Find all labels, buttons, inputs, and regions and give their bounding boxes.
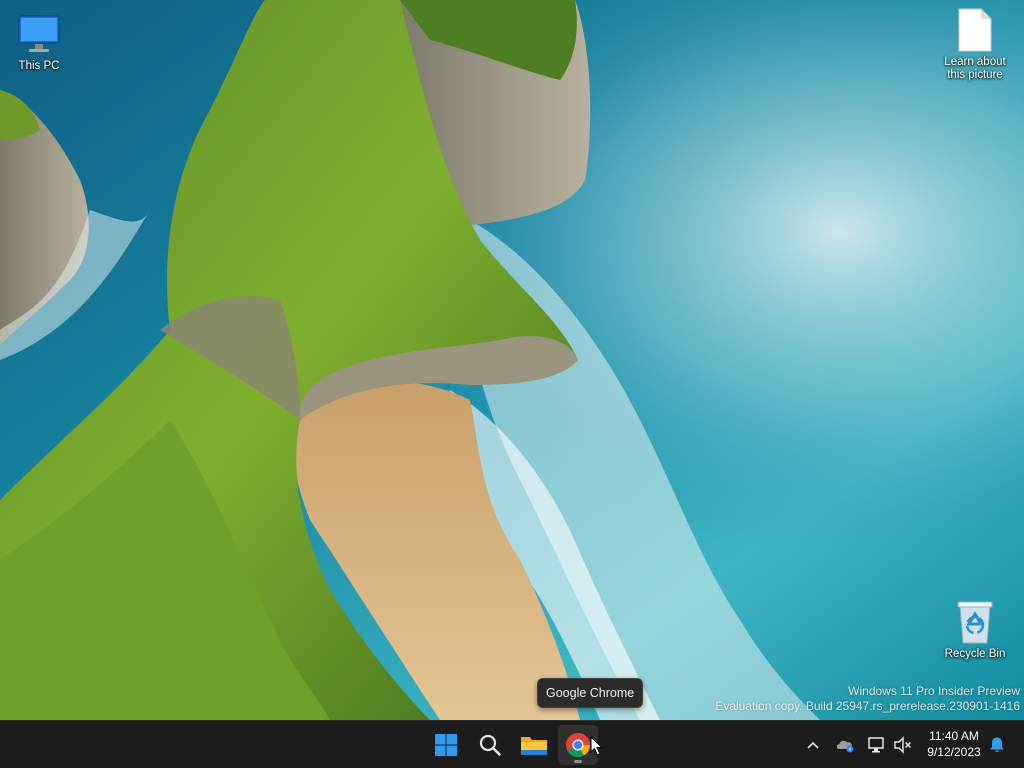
notifications-button[interactable]: [986, 733, 1008, 757]
watermark-line2: Evaluation copy. Build 25947.rs_prerelea…: [715, 699, 1020, 713]
desktop-icon-label: This PC: [18, 60, 60, 72]
folder-icon: [521, 737, 547, 755]
clock-time: 11:40 AM: [929, 729, 979, 743]
taskbar-tooltip: Google Chrome: [537, 678, 644, 708]
document-icon: [951, 6, 999, 54]
start-button[interactable]: [426, 725, 466, 765]
chevron-up-icon: [807, 741, 819, 749]
onedrive-tray-button[interactable]: [834, 733, 856, 757]
watermark-line1: Windows 11 Pro Insider Preview: [848, 684, 1020, 698]
search-icon: [479, 734, 501, 756]
onedrive-icon: [836, 740, 854, 753]
desktop-icon-label: Learn about this picture: [944, 56, 1006, 81]
desktop-icon-this-pc[interactable]: This PC: [2, 10, 76, 73]
taskbar: 11:40 AM 9/12/2023: [0, 720, 1024, 768]
network-icon: [868, 737, 884, 753]
running-indicator: [574, 760, 582, 763]
recycle-bin-icon: [951, 598, 999, 646]
monitor-icon: [15, 10, 63, 58]
volume-muted-icon: [894, 736, 911, 754]
network-tray-button[interactable]: [866, 733, 888, 757]
desktop-icon-recycle-bin[interactable]: Recycle Bin: [938, 598, 1012, 661]
desktop[interactable]: This PC Learn about this picture Recycle…: [0, 0, 1024, 720]
chrome-icon: [566, 733, 590, 758]
desktop-icon-learn-about-picture[interactable]: Learn about this picture: [938, 6, 1012, 82]
show-hidden-icons-button[interactable]: [803, 733, 823, 757]
search-button[interactable]: [470, 725, 510, 765]
mouse-cursor: [590, 736, 604, 756]
notification-bell-icon: [990, 737, 1004, 752]
wallpaper: [0, 0, 1024, 720]
clock-date: 9/12/2023: [927, 745, 981, 759]
clock[interactable]: 11:40 AM 9/12/2023: [920, 728, 988, 760]
desktop-icon-label: Recycle Bin: [944, 648, 1006, 660]
file-explorer-button[interactable]: [514, 725, 554, 765]
build-watermark: Windows 11 Pro Insider Preview Evaluatio…: [715, 684, 1020, 714]
volume-tray-button[interactable]: [892, 733, 914, 757]
windows-logo-icon: [435, 734, 457, 756]
